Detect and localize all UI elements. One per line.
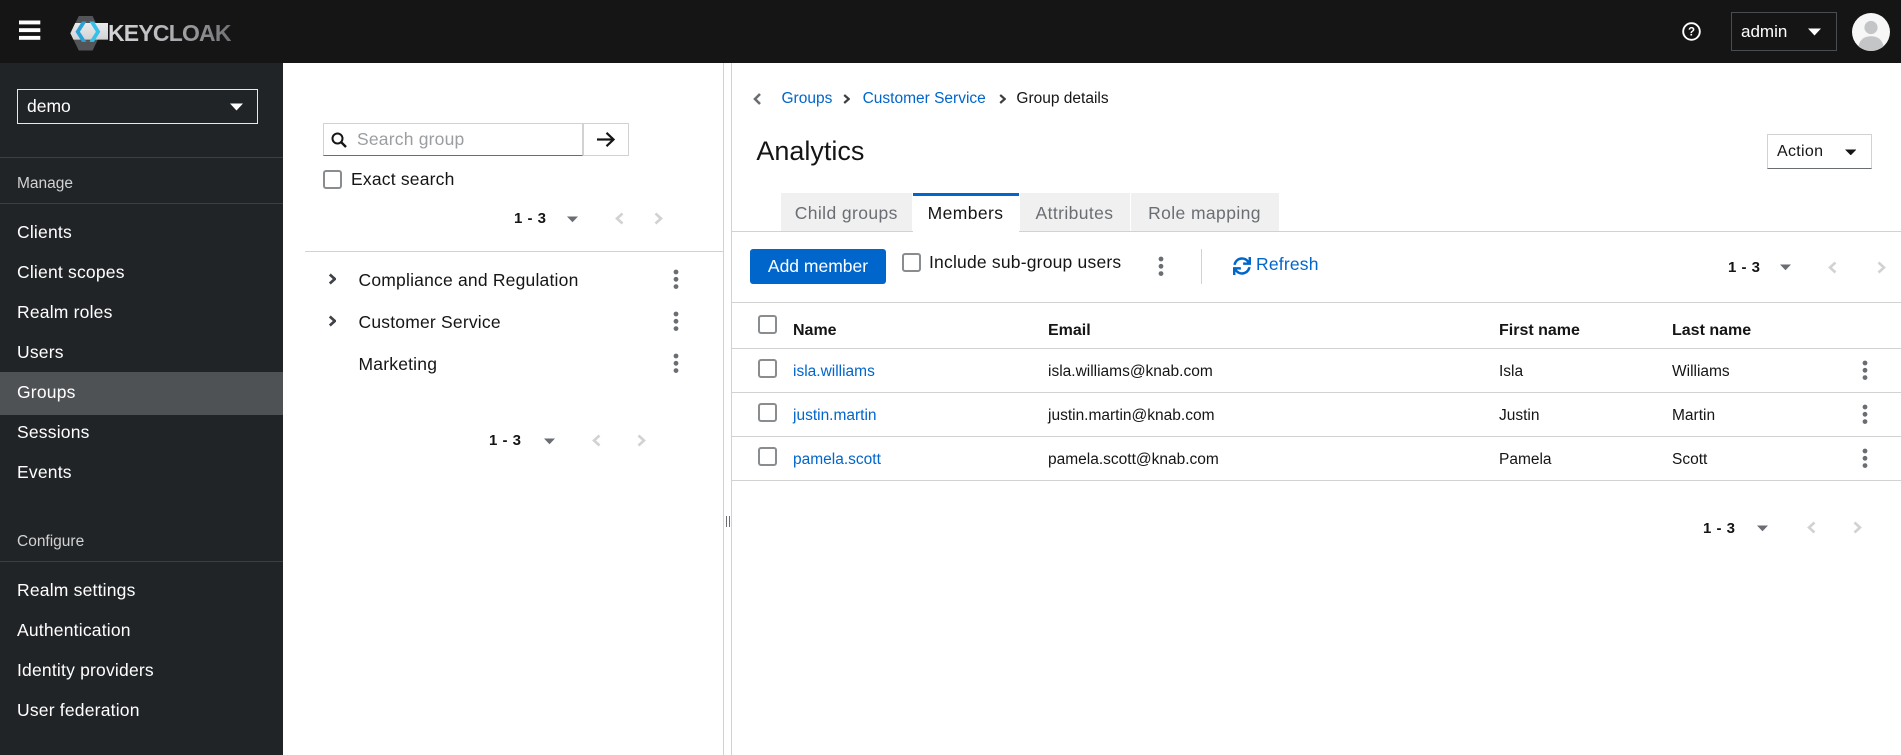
svg-text:?: ? bbox=[1688, 26, 1695, 38]
